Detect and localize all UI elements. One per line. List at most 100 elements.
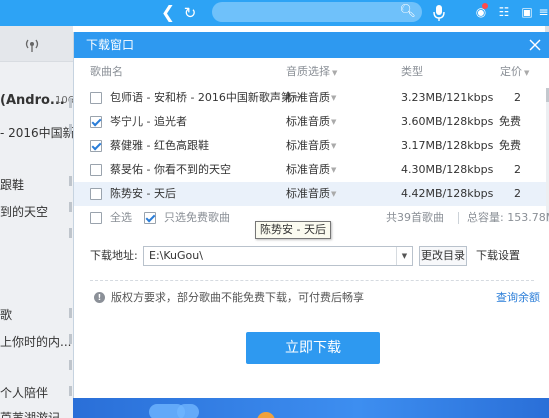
song-checkbox[interactable] <box>90 92 102 104</box>
column-header-name: 歌曲名 <box>90 65 123 78</box>
total-songs: 共39首歌曲 <box>386 211 444 224</box>
table-row[interactable]: 包师语 - 安和桥 - 2016中国新歌声第一 标准音质 ▼ 3.23MB/12… <box>74 86 546 110</box>
download-path-select[interactable]: E:\KuGou\ ▼ <box>143 246 413 266</box>
column-header-quality[interactable]: 音质选择 ▼ <box>286 58 337 87</box>
change-directory-button[interactable]: 更改目录 <box>419 246 467 266</box>
list-marker <box>69 98 72 108</box>
banner-decoration <box>177 404 199 418</box>
skin-icon[interactable]: ▣ <box>519 4 535 20</box>
song-checkbox[interactable] <box>90 116 102 128</box>
song-price: 免费 <box>499 139 521 152</box>
dialog-title-bar[interactable]: 下载窗口 <box>74 32 549 58</box>
download-path-label: 下载地址: <box>90 249 138 262</box>
list-marker <box>69 124 72 134</box>
left-list-text[interactable]: 跟鞋 <box>0 176 24 193</box>
list-marker <box>69 308 72 318</box>
close-icon[interactable] <box>527 37 543 53</box>
song-price: 2 <box>514 163 521 176</box>
song-name: 蔡旻佑 - 你看不到的天空 <box>110 163 231 176</box>
bottom-banner[interactable] <box>73 398 549 418</box>
column-header-price-label: 定价 <box>500 65 522 78</box>
left-list-text[interactable]: 歌 <box>0 306 12 323</box>
quality-select[interactable]: 标准音质 <box>286 158 330 182</box>
search-icon[interactable]: 🔍︎ <box>399 4 416 19</box>
left-list-text[interactable]: 个人陪伴 <box>0 384 48 401</box>
notification-dot <box>482 3 488 9</box>
chevron-down-icon[interactable]: ▼ <box>331 110 336 134</box>
left-list-text[interactable]: 到的天空 <box>0 203 48 220</box>
download-dialog: 下载窗口 歌曲名 音质选择 ▼ 类型 定价 ▼ 包师语 - 安和桥 - 2016中国… <box>73 32 549 398</box>
song-price: 2 <box>514 187 521 200</box>
song-size: 4.42MB/128kbps <box>401 187 494 200</box>
chevron-down-icon[interactable]: ▼ <box>331 86 336 110</box>
song-price: 免费 <box>499 115 521 128</box>
list-marker <box>69 360 72 370</box>
chevron-down-icon[interactable]: ▼ <box>331 182 336 206</box>
only-free-label[interactable]: 只选免费歌曲 <box>164 206 230 230</box>
column-header-type: 类型 <box>401 65 423 78</box>
song-tooltip: 陈势安 - 天后 <box>255 221 331 239</box>
song-name: 蔡健雅 - 红色高跟鞋 <box>110 139 209 152</box>
back-icon[interactable]: ❮ <box>158 0 178 26</box>
total-size: 总容量: 153.78MB <box>467 211 549 224</box>
check-balance-link[interactable]: 查询余额 <box>496 289 540 306</box>
list-marker <box>69 334 72 344</box>
table-row[interactable]: 岑宁儿 - 追光者 标准音质 ▼ 3.60MB/128kbps 免费 <box>74 110 546 134</box>
gamepad-icon[interactable]: ☷ <box>496 4 512 20</box>
column-header-price[interactable]: 定价 ▼ <box>500 58 529 87</box>
quality-select[interactable]: 标准音质 <box>286 86 330 110</box>
song-size: 3.60MB/128kbps <box>401 115 494 128</box>
chevron-down-icon: ▼ <box>332 69 338 77</box>
search-input[interactable]: 🔍︎ <box>212 2 422 22</box>
left-list-text[interactable]: 芦苇湖游记 <box>0 409 60 418</box>
menu-icon[interactable]: ≡ <box>538 4 549 20</box>
song-name: 包师语 - 安和桥 - 2016中国新歌声第一 <box>110 91 303 104</box>
banner-decoration <box>257 412 275 418</box>
quality-select[interactable]: 标准音质 <box>286 134 330 158</box>
song-size: 3.17MB/128kbps <box>401 139 494 152</box>
song-size: 3.23MB/121kbps <box>401 91 494 104</box>
song-checkbox[interactable] <box>90 164 102 176</box>
chevron-down-icon[interactable]: ▼ <box>331 158 336 182</box>
table-row[interactable]: 蔡旻佑 - 你看不到的天空 标准音质 ▼ 4.30MB/128kbps 2 <box>74 158 546 182</box>
left-list-text[interactable]: 上你时的内... <box>0 333 71 350</box>
list-marker <box>69 176 72 186</box>
left-panel-header <box>0 26 73 62</box>
select-all-label[interactable]: 全选 <box>110 206 132 230</box>
song-name: 岑宁儿 - 追光者 <box>110 115 187 128</box>
left-panel: (Andro... 106 - 2016中国新... 跟鞋 到的天空 歌 上你时… <box>0 26 73 418</box>
info-icon: ! <box>94 292 105 303</box>
chevron-down-icon[interactable]: ▼ <box>331 134 336 158</box>
list-marker <box>69 228 72 238</box>
song-list: 包师语 - 安和桥 - 2016中国新歌声第一 标准音质 ▼ 3.23MB/12… <box>74 86 546 206</box>
table-row[interactable]: 蔡健雅 - 红色高跟鞋 标准音质 ▼ 3.17MB/128kbps 免费 <box>74 134 546 158</box>
app-top-bar: ❮ ↻ 🔍︎ ◉ ☷ ▣ ≡ <box>0 0 549 26</box>
left-list-text[interactable]: - 2016中国新... <box>0 124 73 141</box>
dialog-title: 下载窗口 <box>86 38 135 52</box>
song-size: 4.30MB/128kbps <box>401 163 494 176</box>
chevron-down-icon: ▼ <box>524 69 530 77</box>
list-marker <box>69 386 72 396</box>
select-all-checkbox[interactable] <box>90 212 102 224</box>
table-row[interactable]: 陈势安 - 天后 标准音质 ▼ 4.42MB/128kbps 2 <box>74 182 546 206</box>
list-marker <box>69 202 72 212</box>
column-header-quality-label: 音质选择 <box>286 65 330 78</box>
divider <box>90 280 534 281</box>
song-checkbox[interactable] <box>90 188 102 200</box>
download-path-value: E:\KuGou\ <box>149 249 203 262</box>
copyright-notice: 版权方要求，部分歌曲不能免费下载，可付费后畅享 <box>111 291 364 304</box>
song-checkbox[interactable] <box>90 140 102 152</box>
only-free-checkbox[interactable] <box>144 212 156 224</box>
download-settings-link[interactable]: 下载设置 <box>476 246 520 266</box>
quality-select[interactable]: 标准音质 <box>286 110 330 134</box>
song-price: 2 <box>514 91 521 104</box>
song-name: 陈势安 - 天后 <box>110 187 176 200</box>
download-now-button[interactable]: 立即下载 <box>246 332 380 364</box>
radio-icon[interactable] <box>22 37 42 53</box>
table-header: 歌曲名 音质选择 ▼ 类型 定价 ▼ <box>74 58 549 86</box>
separator <box>458 212 459 224</box>
microphone-icon[interactable] <box>432 3 446 23</box>
refresh-icon[interactable]: ↻ <box>180 0 200 26</box>
quality-select[interactable]: 标准音质 <box>286 182 330 206</box>
chevron-down-icon[interactable]: ▼ <box>396 247 412 265</box>
